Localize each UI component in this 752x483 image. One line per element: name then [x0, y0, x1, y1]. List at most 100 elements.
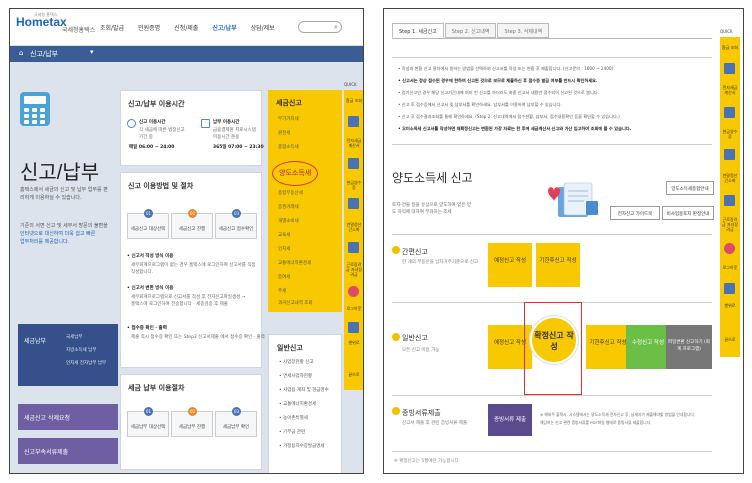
invoice-icon[interactable]: [724, 107, 735, 118]
invoice-icon[interactable]: [348, 158, 359, 169]
left-nav-main[interactable]: 세금납부: [24, 336, 46, 345]
quick-item[interactable]: 맨위로: [721, 303, 739, 308]
tab-step2[interactable]: Step 2. 신고내역: [444, 23, 497, 38]
quick-menu: 환급 조회 전자세금 계산서 현금영수증 연말정산 간소화 근로장려금 자녀장려…: [344, 90, 363, 390]
quick-item[interactable]: 환급 조회: [721, 45, 739, 50]
tax-menu-item[interactable]: 인지세: [278, 246, 290, 252]
search-icon[interactable]: ⌕: [334, 23, 338, 32]
year-end-icon[interactable]: [724, 195, 735, 206]
intro-text-2: 기준의 서면 신고 및 세무서 방문의 불편을 인터넷으로 대신하여 더욱 쉽고…: [20, 222, 110, 246]
notice-line: • 신고 후 접수증에서 신고서 및 납부서를 확인하세요. 납부서를 이용하여…: [398, 102, 562, 107]
general-late-button[interactable]: 기한후신고 작성: [586, 325, 630, 369]
capital-gains-guide-button[interactable]: 양도소득세종합안내: [666, 181, 714, 195]
quick-item[interactable]: 로그아웃: [345, 306, 363, 311]
left-nav-sub[interactable]: 지방소득세 납부: [66, 347, 96, 353]
quick-item[interactable]: 근로장려금 자녀장려금: [721, 217, 739, 232]
quick-item[interactable]: 끝으로: [721, 337, 739, 342]
pay-step: 02 세금납부 진행: [171, 407, 213, 437]
amended-report-button[interactable]: 수정신고 작성: [626, 325, 670, 369]
left-nav-sub[interactable]: 인지세 전자납부 납부: [66, 360, 106, 366]
logo-subtext: 국세청홈택스: [62, 27, 96, 34]
tax-menu-item[interactable]: 종합소득세: [278, 144, 299, 150]
notice-line: • 작성과 변환 신고 절차에서 원하는 방법을 선택하여 신고서를 작성 또는…: [398, 66, 614, 71]
delete-request-button[interactable]: 세금신고 삭제요청: [18, 404, 118, 430]
quick-item[interactable]: 근로장려금 자녀장려금: [345, 262, 363, 277]
year-end-icon[interactable]: [348, 242, 359, 253]
refund-icon[interactable]: [724, 63, 735, 74]
tax-menu-item[interactable]: 교통에너지환경세: [278, 260, 311, 266]
nav-item[interactable]: 민원증명: [138, 23, 160, 32]
quick-item[interactable]: 연말정산 간소화: [721, 173, 739, 183]
simple-preliminary-button[interactable]: 예정신고 작성: [488, 243, 532, 287]
general-menu-item[interactable]: • 사업장현황 신고: [279, 359, 314, 365]
section-title: 간편신고: [402, 248, 428, 256]
tax-menu-item[interactable]: 주세: [278, 288, 286, 294]
quick-item[interactable]: 연말정산 간소화: [345, 222, 363, 232]
heart-icon[interactable]: [348, 286, 359, 297]
general-menu-item[interactable]: • 기부금 관련: [279, 429, 305, 435]
process-card: 신고 이용방법 및 절차 01 세금신고 대상선택 02 세금신고 진행 03 세금신…: [120, 172, 265, 368]
file-conversion-button[interactable]: 파일변환 신고하기 (회계 프로그램): [666, 325, 712, 369]
nav-item[interactable]: 신청/제출: [174, 23, 198, 32]
tax-menu-item[interactable]: 교육세: [278, 232, 290, 238]
section-bullet-icon: [392, 333, 400, 341]
evidence-submit-button[interactable]: 증빙서류 제출: [488, 404, 532, 436]
step-label: 세금신고 진행: [178, 227, 206, 232]
tax-menu-item[interactable]: 부가가치세: [278, 116, 299, 122]
nav-item[interactable]: 상담/제보: [251, 23, 275, 32]
logout-icon[interactable]: [724, 283, 735, 294]
logo-tagline: 국세청 홈택스: [34, 12, 58, 17]
refund-icon[interactable]: [348, 116, 359, 127]
non-business-land-button[interactable]: 비사업용토지 판정안내: [662, 206, 714, 220]
quick-item[interactable]: 전자세금 계산서: [721, 85, 739, 95]
right-screenshot-panel: Step 1. 세금신고 Step 2. 신고내역 Step 3. 삭제내역 •…: [383, 8, 744, 474]
section-bullet-icon: [392, 407, 400, 415]
receipt-icon[interactable]: [724, 149, 735, 160]
quick-item[interactable]: 전자세금 계산서: [345, 138, 363, 148]
quick-menu-label: QUICK: [720, 29, 733, 34]
left-nav-menu: 세금납부 국세납부 지방소득세 납부 인지세 전자납부 납부: [18, 324, 118, 386]
quick-item[interactable]: 현금영수증: [345, 180, 363, 190]
attachment-submit-button[interactable]: 신고부속서류제출: [18, 438, 118, 464]
step-label: 세금신고 대상선택: [130, 227, 166, 232]
tab-step1[interactable]: Step 1. 세금신고: [392, 23, 444, 38]
capital-gains-tax-highlight[interactable]: 양도소득세: [272, 161, 318, 186]
tab-step3[interactable]: Step 3. 삭제내역: [497, 23, 550, 38]
nav-item[interactable]: 조회/발급: [100, 23, 124, 32]
receipt-icon[interactable]: [348, 198, 359, 209]
quick-item[interactable]: 현금영수증: [721, 129, 739, 139]
tax-menu-item[interactable]: 개별소비세: [278, 218, 299, 224]
quick-item[interactable]: 끝으로: [345, 372, 363, 377]
general-report-menu: 일반신고 • 사업장현황 신고 • 면세사업자현황 • 사업용 계좌 및 현금영…: [268, 334, 342, 473]
general-menu-item[interactable]: • 사업용 계좌 및 현금영수: [279, 387, 329, 393]
quick-item[interactable]: 맨위로: [345, 340, 363, 345]
notice-line: • 신고 후 접수결과조회를 통해 확인하세요. (Step 2. 신고내역에서…: [398, 114, 620, 119]
capital-gains-tax-link[interactable]: 양도소득세: [279, 168, 311, 178]
hours-desc: 이용시간 준용: [213, 135, 240, 140]
step-number: 02: [188, 209, 197, 218]
general-report-title: 일반신고: [277, 344, 303, 352]
search-input[interactable]: ⌕: [298, 21, 342, 33]
hometax-logo[interactable]: 국세청 홈택스 Hometax 국세청홈택스: [16, 12, 96, 41]
tax-menu-item[interactable]: 종합부동산세: [278, 190, 303, 196]
e-filing-guidebook-button[interactable]: 전자신고 가이드북: [610, 206, 660, 220]
general-menu-item[interactable]: • 면세사업자현황: [279, 373, 312, 379]
general-menu-item[interactable]: • 농어촌특별세: [279, 415, 308, 421]
tax-menu-item[interactable]: 과거신고내역 조회: [278, 300, 313, 306]
tax-menu-item[interactable]: 증여세: [278, 274, 290, 280]
step-number: 01: [144, 209, 153, 218]
simple-late-button[interactable]: 기한후신고 작성: [536, 243, 580, 287]
general-menu-item[interactable]: • 가정용자수증발급명세: [279, 443, 324, 449]
menu-dropdown-icon[interactable]: ▾: [90, 48, 94, 56]
tax-menu-item[interactable]: 원천세: [278, 130, 290, 136]
step-number: 01: [144, 407, 153, 416]
left-nav-sub[interactable]: 국세납부: [66, 334, 83, 340]
tax-menu-item[interactable]: 증권거래세: [278, 204, 299, 210]
quick-item[interactable]: 환급 조회: [345, 98, 363, 103]
general-menu-item[interactable]: • 교통에너지환경세: [279, 401, 316, 407]
nav-item-active[interactable]: 신고/납부: [212, 23, 236, 32]
logout-icon[interactable]: [348, 322, 359, 333]
quick-item[interactable]: 로그아웃: [721, 265, 739, 270]
home-icon[interactable]: ⌂: [19, 49, 23, 57]
heart-icon[interactable]: [724, 243, 735, 254]
